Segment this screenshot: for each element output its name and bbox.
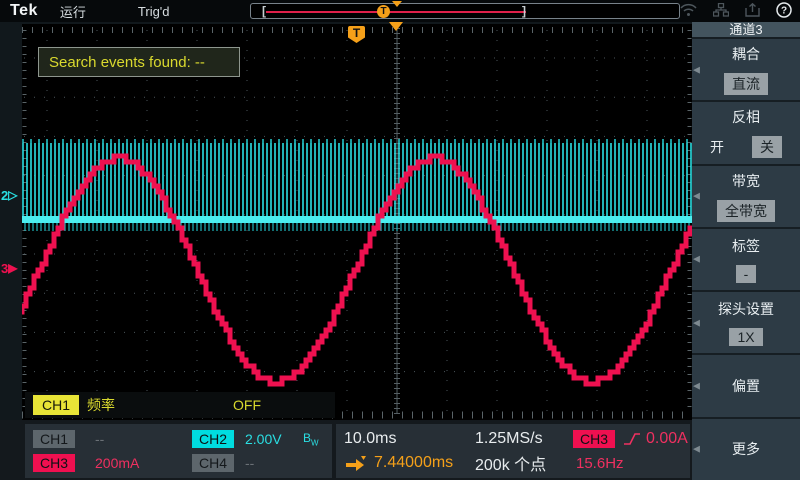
menu-item-probe-setup[interactable]: ◀ 探头设置 1X — [692, 292, 800, 353]
chevron-left-icon: ◀ — [693, 317, 700, 328]
chevron-left-icon: ◀ — [693, 191, 700, 202]
record-length: 200k 个点 — [475, 451, 546, 475]
tek-logo: Tek — [10, 2, 38, 20]
search-events-banner: Search events found: -- — [38, 47, 240, 77]
network-icon[interactable] — [713, 3, 729, 17]
horizontal-delay: 7.44000ms — [374, 454, 453, 472]
chevron-left-icon: ◀ — [693, 254, 700, 265]
measurement-bar[interactable]: CH1 频率 OFF — [25, 392, 335, 418]
menu-item-coupling[interactable]: ◀ 耦合 直流 — [692, 39, 800, 100]
menu-item-more[interactable]: ◀ 更多 — [692, 419, 800, 480]
channel3-menu: 通道3 ◀ 耦合 直流 反相 开 关 ◀ 带宽 全带宽 ◀ 标签 - ◀ 探头设… — [692, 22, 800, 480]
invert-off-button[interactable]: 关 — [752, 136, 782, 158]
status-strip: CH1 -- CH2 2.00V BW CH3 200mA CH4 -- 10.… — [0, 420, 800, 480]
ch3-arrow-icon: ▶ — [8, 262, 17, 275]
trigger-frequency: 15.6Hz — [576, 455, 624, 472]
chevron-left-icon: ◀ — [693, 64, 700, 75]
ch1-badge[interactable]: CH1 — [33, 430, 75, 448]
horizontal-scale: 10.0ms — [344, 430, 396, 448]
trigger-level-value: 0.00A — [646, 430, 688, 448]
bandwidth-value-button[interactable]: 全带宽 — [717, 200, 775, 222]
sample-rate: 1.25MS/s — [475, 430, 543, 448]
ch2-badge[interactable]: CH2 — [192, 430, 234, 448]
trigger-status: Trig'd — [138, 4, 170, 19]
run-status: 运行 — [60, 2, 86, 21]
ch3-position-marker[interactable]: 3▶ — [1, 261, 17, 276]
horizontal-trigger-panel[interactable]: 10.0ms 1.25MS/s CH3 0.00A 7.44000ms 200k… — [336, 424, 690, 478]
record-view-timeline[interactable]: [ ] T — [250, 3, 680, 19]
invert-on-button[interactable]: 开 — [710, 137, 724, 157]
timeline-position-triangle — [392, 1, 402, 7]
ch2-arrow-icon: ▷ — [8, 189, 17, 202]
ch2-position-marker[interactable]: 2▷ — [1, 188, 17, 203]
measurement-channel-badge: CH1 — [33, 395, 79, 415]
header-bar: Tek 运行 Trig'd [ ] T — [0, 0, 800, 22]
coupling-value-button[interactable]: 直流 — [724, 73, 768, 95]
chevron-left-icon: ◀ — [693, 381, 700, 392]
probe-value-button[interactable]: 1X — [729, 328, 762, 346]
oscilloscope-screen: Tek 运行 Trig'd [ ] T — [0, 0, 800, 480]
ch3-badge[interactable]: CH3 — [33, 454, 75, 472]
window-right-bracket: ] — [522, 6, 526, 17]
graticule-and-waveforms — [22, 24, 692, 420]
waveform-display[interactable] — [22, 24, 692, 420]
help-icon[interactable]: ? — [776, 2, 792, 18]
menu-item-bandwidth[interactable]: ◀ 带宽 全带宽 — [692, 166, 800, 227]
wifi-icon[interactable] — [680, 3, 697, 17]
window-left-bracket: [ — [262, 6, 266, 17]
export-icon[interactable] — [745, 3, 760, 17]
ch2-scale: 2.00V — [245, 431, 282, 447]
chevron-left-icon: ◀ — [693, 444, 700, 455]
svg-text:?: ? — [781, 6, 787, 17]
timeline-trigger-icon[interactable]: T — [377, 5, 390, 18]
bandwidth-limit-icon: BW — [303, 431, 319, 447]
trigger-source-badge[interactable]: CH3 — [573, 430, 615, 448]
ch1-scale: -- — [95, 431, 104, 447]
label-value-button[interactable]: - — [736, 265, 757, 283]
ch3-scale: 200mA — [95, 455, 139, 471]
menu-item-label[interactable]: ◀ 标签 - — [692, 229, 800, 290]
delay-arrow-icon — [344, 455, 368, 471]
ch4-badge[interactable]: CH4 — [192, 454, 234, 472]
channel-readout-panel[interactable]: CH1 -- CH2 2.00V BW CH3 200mA CH4 -- — [25, 424, 332, 478]
measurement-type-label: 频率 — [87, 395, 115, 415]
menu-item-invert[interactable]: 反相 开 关 — [692, 102, 800, 163]
measurement-value: OFF — [233, 397, 261, 413]
record-window-line — [266, 11, 526, 13]
trigger-position-icon[interactable] — [389, 22, 403, 31]
ch4-scale: -- — [245, 455, 254, 471]
menu-title: 通道3 — [692, 22, 800, 37]
menu-item-offset[interactable]: ◀ 偏置 — [692, 355, 800, 416]
rising-edge-icon — [623, 431, 641, 447]
